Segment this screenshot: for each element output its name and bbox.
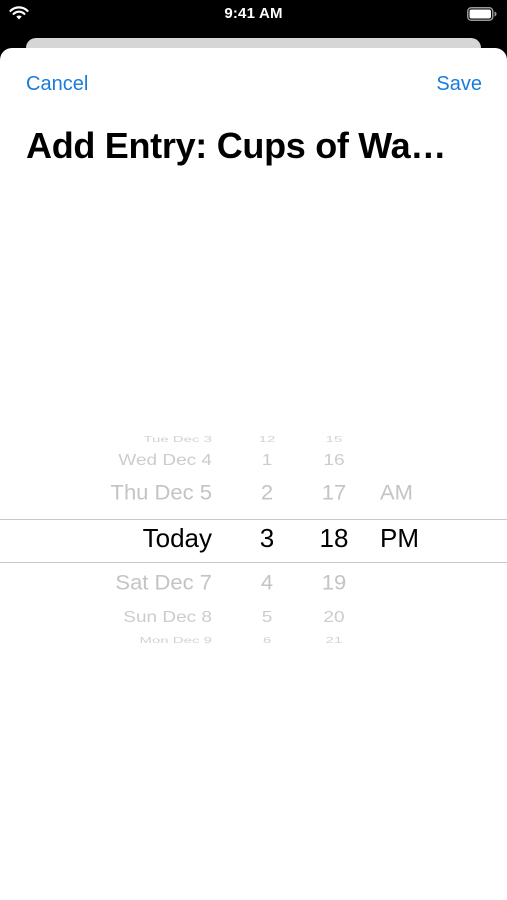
period-option-selected[interactable]: PM <box>380 523 419 553</box>
minute-option[interactable]: 16 <box>306 451 362 470</box>
hour-option-selected[interactable]: 3 <box>241 523 293 553</box>
hour-option[interactable]: 1 <box>241 451 293 470</box>
battery-icon <box>467 7 497 21</box>
hour-option[interactable]: 4 <box>241 571 293 596</box>
date-option[interactable]: Tue Dec 3 <box>143 434 212 444</box>
cancel-button[interactable]: Cancel <box>26 73 88 96</box>
period-option[interactable]: AM <box>380 481 413 506</box>
period-wheel[interactable]: AM PM <box>380 430 430 646</box>
hour-option[interactable]: 6 <box>241 635 293 645</box>
date-option[interactable]: Sat Dec 7 <box>115 571 212 596</box>
hour-option[interactable]: 2 <box>241 481 293 506</box>
minute-option[interactable]: 20 <box>306 608 362 627</box>
hour-option[interactable]: 5 <box>241 608 293 627</box>
minute-wheel[interactable]: 15 16 17 18 19 20 21 <box>306 430 362 646</box>
date-option[interactable]: Mon Dec 9 <box>139 635 212 645</box>
minute-option-selected[interactable]: 18 <box>306 523 362 553</box>
minute-option[interactable]: 17 <box>306 481 362 506</box>
date-option[interactable]: Wed Dec 4 <box>118 451 212 470</box>
hour-wheel[interactable]: 12 1 2 3 4 5 6 <box>241 430 293 646</box>
status-time: 9:41 AM <box>224 5 283 22</box>
date-wheel[interactable]: Tue Dec 3 Wed Dec 4 Thu Dec 5 Today Sat … <box>0 430 213 646</box>
phone-screen: 9:41 AM Cancel Save Add Entry: Cups of W… <box>0 0 507 900</box>
minute-option[interactable]: 19 <box>306 571 362 596</box>
add-entry-sheet: Cancel Save Add Entry: Cups of Wa… Tue D… <box>0 48 507 900</box>
date-option[interactable]: Sun Dec 8 <box>123 608 212 627</box>
minute-option[interactable]: 15 <box>306 434 362 444</box>
date-option[interactable]: Thu Dec 5 <box>111 481 213 506</box>
date-time-picker[interactable]: Tue Dec 3 Wed Dec 4 Thu Dec 5 Today Sat … <box>0 430 507 646</box>
status-bar: 9:41 AM <box>0 0 507 30</box>
save-button[interactable]: Save <box>436 73 482 96</box>
minute-option[interactable]: 21 <box>306 635 362 645</box>
hour-option[interactable]: 12 <box>241 434 293 444</box>
date-option-selected[interactable]: Today <box>143 523 212 553</box>
page-title: Add Entry: Cups of Wa… <box>26 125 447 166</box>
